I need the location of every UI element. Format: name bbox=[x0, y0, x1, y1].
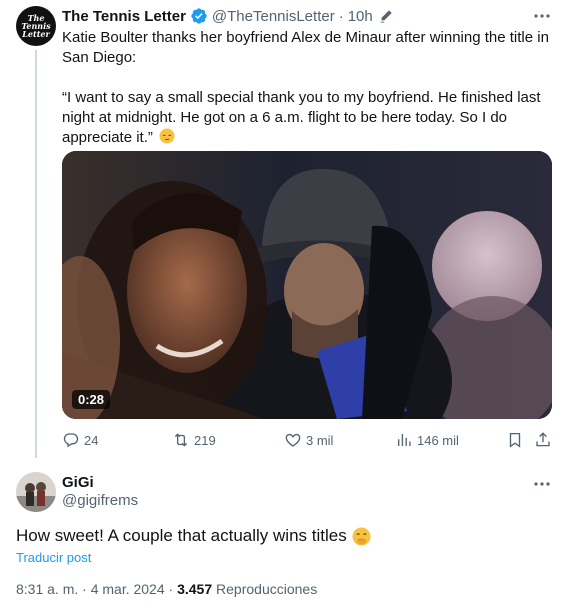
video-duration: 0:28 bbox=[72, 390, 111, 409]
tweet-text-line: Katie Boulter thanks her boyfriend Alex … bbox=[62, 29, 549, 66]
parent-tweet[interactable]: The Tennis Letter The Tennis Letter @The… bbox=[0, 0, 567, 458]
thread-line bbox=[35, 50, 37, 458]
author-name[interactable]: The Tennis Letter bbox=[62, 8, 186, 25]
tweet-quote-text: “I want to say a small special thank you… bbox=[62, 89, 541, 146]
repost-button[interactable]: 219 bbox=[172, 429, 216, 451]
avatar-photo bbox=[16, 472, 56, 512]
avatar-text-line-3: Letter bbox=[22, 29, 50, 39]
tweet-quote: “I want to say a small special thank you… bbox=[62, 88, 554, 148]
views-count: 146 mil bbox=[417, 432, 459, 448]
tweet-actions: 24 219 3 mil 146 mil bbox=[62, 429, 552, 451]
author-handle[interactable]: @TheTennisLetter bbox=[212, 8, 335, 25]
more-options-icon[interactable] bbox=[530, 474, 554, 494]
relieved-face-emoji-icon bbox=[159, 128, 175, 144]
separator: · bbox=[168, 581, 174, 597]
views-chart-icon bbox=[398, 434, 411, 446]
reply-views-label: Reproducciones bbox=[216, 581, 318, 597]
verified-badge-icon bbox=[191, 8, 207, 24]
reply-timestamp[interactable]: 8:31 a. m. · 4 mar. 2024 bbox=[16, 581, 165, 597]
reply-icon bbox=[63, 433, 79, 448]
views-button[interactable]: 146 mil bbox=[395, 429, 459, 451]
tweet-time[interactable]: 10h bbox=[348, 8, 373, 25]
video-frame bbox=[62, 151, 552, 419]
video-player[interactable]: 0:28 bbox=[62, 151, 552, 419]
reply-text-content: How sweet! A couple that actually wins t… bbox=[16, 526, 347, 545]
reply-author-handle[interactable]: @gigifrems bbox=[62, 492, 138, 509]
like-count: 3 mil bbox=[306, 432, 334, 448]
tweet-header: The Tennis Letter @TheTennisLetter · 10h bbox=[62, 6, 393, 26]
reply-text: How sweet! A couple that actually wins t… bbox=[16, 526, 371, 546]
repost-count: 219 bbox=[194, 432, 216, 448]
more-options-icon[interactable] bbox=[530, 6, 554, 26]
reply-author-name[interactable]: GiGi bbox=[62, 474, 94, 491]
reply-views-count: 3.457 bbox=[177, 581, 213, 597]
reply-tweet[interactable]: GiGi @gigifrems How sweet! A couple that… bbox=[0, 458, 567, 613]
bookmark-icon bbox=[509, 432, 521, 448]
edit-pen-icon bbox=[380, 10, 392, 23]
separator: · bbox=[338, 7, 344, 25]
reply-meta: 8:31 a. m. · 4 mar. 2024 · 3.457 Reprodu… bbox=[16, 581, 317, 597]
reply-author-avatar[interactable] bbox=[16, 472, 56, 512]
repost-icon bbox=[174, 433, 188, 447]
like-button[interactable]: 3 mil bbox=[284, 429, 333, 451]
face-with-hand-over-mouth-emoji-icon bbox=[352, 526, 371, 546]
translate-post-link[interactable]: Traducir post bbox=[16, 550, 91, 565]
author-avatar[interactable]: The Tennis Letter bbox=[16, 6, 56, 46]
tweet-text: Katie Boulter thanks her boyfriend Alex … bbox=[62, 28, 554, 148]
share-button[interactable] bbox=[534, 429, 556, 451]
bookmark-button[interactable] bbox=[506, 429, 528, 451]
heart-icon bbox=[285, 433, 301, 447]
reply-button[interactable]: 24 bbox=[62, 429, 98, 451]
reply-count: 24 bbox=[84, 432, 99, 448]
share-icon bbox=[536, 432, 550, 447]
